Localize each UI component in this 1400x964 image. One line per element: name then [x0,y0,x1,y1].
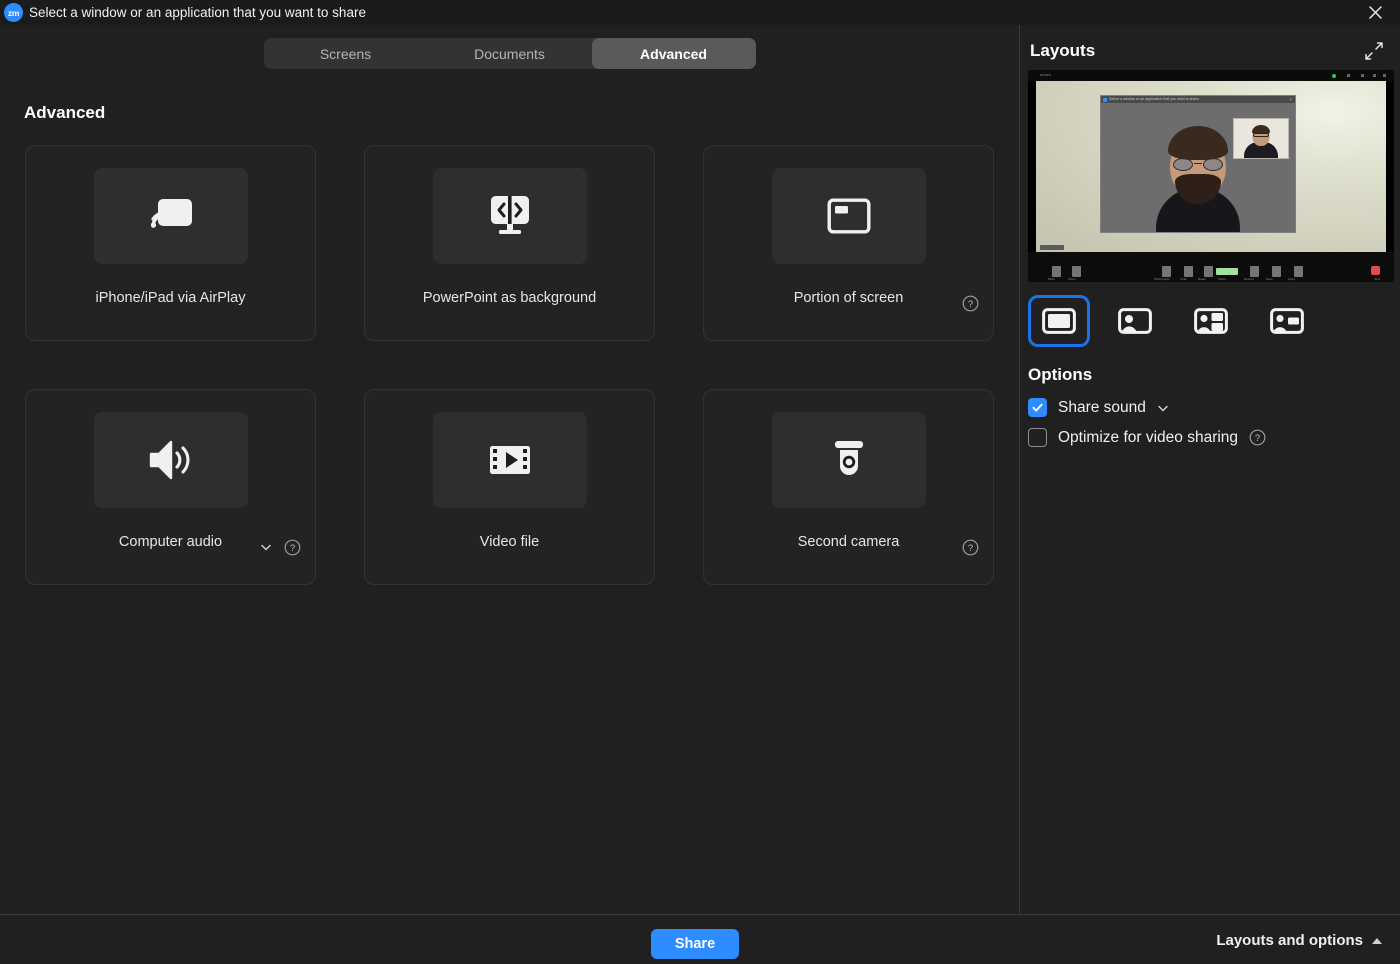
layout-person-left-button[interactable] [1104,295,1166,347]
icon-tile [93,412,248,508]
help-icon[interactable]: ? [962,295,979,312]
layouts-title: Layouts [1030,41,1096,60]
zoom-logo-icon: zm [4,3,23,22]
preview-meeting-toolbar: Mute Video Participants Chat React Share… [1028,252,1394,282]
preview-person [1156,114,1240,232]
preview-desktop: Select a window or an application that y… [1036,81,1386,252]
layout-person-with-content-button[interactable] [1180,295,1242,347]
card-label: Second camera [797,534,900,550]
layout-person-with-content-icon [1194,308,1228,334]
layout-person-left-icon [1118,308,1152,334]
film-play-icon [489,446,530,474]
options-title: Options [1028,365,1093,384]
preview-ctl-4 [1383,74,1386,77]
tab-bar-wrapper: Screens Documents Advanced [0,25,1019,69]
layout-person-with-badge-icon [1270,308,1304,334]
card-airplay[interactable]: iPhone/iPad via AirPlay [25,145,316,341]
expand-diagonal-icon[interactable] [1364,41,1384,61]
preview-pip-self-view [1233,118,1289,159]
powerpoint-monitor-icon [490,196,529,234]
help-icon[interactable]: ? [1249,429,1266,446]
preview-topbar: zoom [1028,70,1394,81]
icon-tile [432,168,587,264]
preview-ctl-2 [1361,74,1364,77]
close-icon[interactable] [1358,0,1392,25]
help-icon[interactable]: ? [284,539,301,556]
preview-corner-chip [1040,245,1064,250]
help-icon[interactable]: ? [962,539,979,556]
svg-text:?: ? [968,299,973,310]
card-label-row: Second camera [704,534,993,550]
card-label: Video file [479,534,540,550]
card-label: Computer audio [118,534,223,550]
card-second-camera[interactable]: Second camera ? [703,389,994,585]
layout-button-group [1028,295,1400,347]
card-label: iPhone/iPad via AirPlay [95,290,246,306]
portion-of-screen-icon [827,198,870,234]
title-bar: zm Select a window or an application tha… [0,0,1400,25]
airplay-icon [150,199,192,228]
preview-ctl-1 [1347,74,1350,77]
card-portion-of-screen[interactable]: Portion of screen ? [703,145,994,341]
share-button[interactable]: Share [651,929,739,959]
tab-screens[interactable]: Screens [264,38,428,69]
card-label: Portion of screen [793,290,904,306]
share-sound-chevron-down-icon[interactable] [1156,401,1170,415]
share-source-grid: iPhone/iPad via AirPlay PowerPoint as ba… [25,145,1019,585]
preview-inner-title: Select a window or an application that y… [1109,96,1199,101]
layout-screen-only-icon [1042,308,1076,334]
layouts-and-options-label: Layouts and options [1216,932,1363,949]
layouts-and-options-toggle[interactable]: Layouts and options [1216,932,1382,949]
svg-text:?: ? [1255,433,1260,444]
layout-screen-only-button[interactable] [1028,295,1090,347]
speaker-icon [149,440,190,480]
security-camera-icon [834,441,863,475]
icon-tile [432,412,587,508]
card-powerpoint-as-background[interactable]: PowerPoint as background [364,145,655,341]
icon-tile [93,168,248,264]
option-optimize-video[interactable]: Optimize for video sharing ? [1028,428,1400,447]
tab-bar: Screens Documents Advanced [263,38,756,69]
card-label: PowerPoint as background [422,290,597,306]
main-pane: Screens Documents Advanced Advanced iPho… [0,25,1020,914]
card-computer-audio[interactable]: Computer audio ? [25,389,316,585]
icon-tile [771,412,926,508]
layouts-panel: Layouts zoom Select a window or an appli… [1020,25,1400,914]
caret-up-icon [1372,937,1382,944]
card-video-file[interactable]: Video file [364,389,655,585]
card-label-row: PowerPoint as background [365,290,654,306]
share-dialog-window: zm Select a window or an application tha… [0,0,1400,964]
tab-advanced[interactable]: Advanced [591,38,756,69]
page-title: Advanced [24,103,106,122]
card-label-row: Video file [365,534,654,550]
svg-text:?: ? [968,543,973,554]
layout-person-with-badge-button[interactable] [1256,295,1318,347]
share-sound-label: Share sound [1058,398,1146,416]
window-title: Select a window or an application that y… [29,5,366,20]
footer-bar: Share Layouts and options [0,914,1400,964]
preview-status-dot [1332,74,1336,78]
preview-person-glasses [1173,158,1223,171]
layout-preview-thumbnail: zoom Select a window or an application t… [1028,70,1394,282]
optimize-video-checkbox[interactable] [1028,428,1047,447]
preview-ctl-3 [1373,74,1376,77]
card-label-row: iPhone/iPad via AirPlay [26,290,315,306]
svg-text:?: ? [290,543,295,554]
share-sound-checkbox[interactable] [1028,398,1047,417]
preview-person-hair [1168,126,1228,160]
card-label-row: Portion of screen [704,290,993,306]
optimize-video-label: Optimize for video sharing [1058,428,1239,446]
chevron-down-icon[interactable] [259,540,273,554]
tab-documents[interactable]: Documents [428,38,592,69]
preview-logo: zoom [1040,72,1051,77]
preview-inner-titlebar: Select a window or an application that y… [1101,96,1295,103]
icon-tile [771,168,926,264]
option-share-sound[interactable]: Share sound [1028,398,1400,417]
check-icon [1032,403,1043,412]
preview-inner-window: Select a window or an application that y… [1100,95,1296,233]
dialog-body: Screens Documents Advanced Advanced iPho… [0,25,1400,914]
layouts-header: Layouts [1020,25,1400,61]
preview-inner-close-icon: × [1289,97,1292,102]
